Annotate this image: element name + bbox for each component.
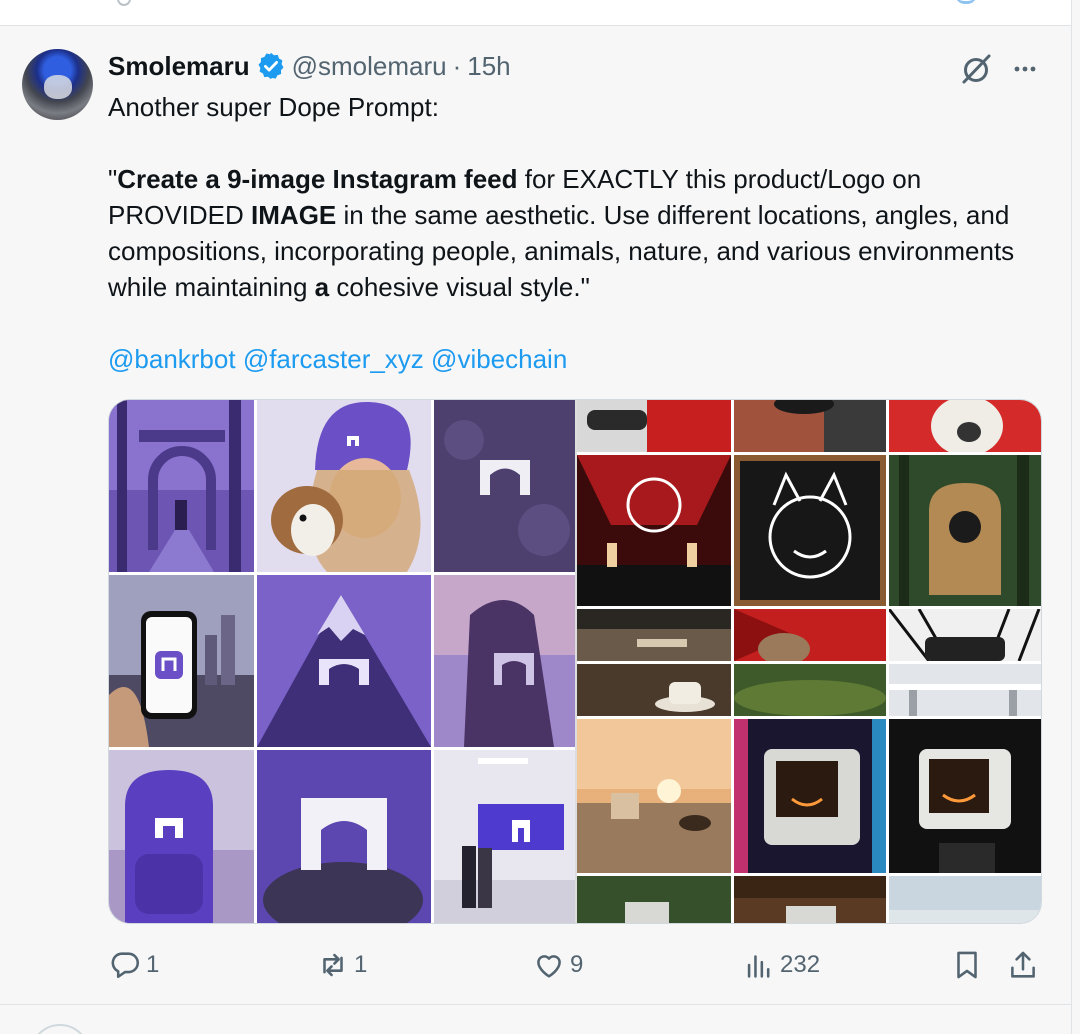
- reply-count: 1: [146, 951, 160, 978]
- like-count: 9: [570, 951, 584, 978]
- next-post-avatar[interactable]: [30, 1024, 90, 1034]
- prompt-bold-1: Create a 9-image Instagram feed: [117, 164, 518, 194]
- image-woman-with-dog: [257, 400, 431, 572]
- image-comic-burst-strip: [889, 609, 1041, 661]
- post-text-line-1: Another super Dope Prompt:: [108, 92, 439, 122]
- mention-farcaster[interactable]: @farcaster_xyz: [243, 344, 424, 374]
- prompt-paragraph: "Create a 9-image Instagram feed for EXA…: [108, 161, 1048, 305]
- post-time[interactable]: 15h: [467, 51, 510, 82]
- media-image-left-grid[interactable]: [109, 400, 575, 923]
- mentions-line: @bankrbot @farcaster_xyz @vibechain: [108, 341, 1048, 377]
- image-robot-library-strip: [734, 876, 886, 923]
- image-desk-office: [889, 664, 1041, 716]
- post-divider: [0, 1004, 1072, 1005]
- post-text: Another super Dope Prompt: "Create a 9-i…: [108, 89, 1048, 377]
- image-arch-monument-field: [434, 400, 575, 572]
- image-beach-robot-dog: [577, 719, 731, 873]
- prompt-quote-open: ": [108, 164, 118, 194]
- views-icon: [747, 955, 770, 978]
- image-neon-robot: [734, 719, 886, 873]
- repost-icon: [323, 953, 343, 977]
- like-icon: [537, 955, 561, 978]
- image-gallery-screen: [434, 750, 575, 923]
- view-count: 232: [780, 951, 821, 978]
- author-name[interactable]: Smolemaru: [108, 51, 250, 82]
- views-button[interactable]: 232: [742, 946, 820, 984]
- more-icon[interactable]: [1009, 53, 1041, 85]
- grok-icon-fragment: [955, 0, 977, 4]
- separator-dot: ·: [452, 50, 462, 81]
- image-forest-backpack: [889, 455, 1041, 606]
- author-handle[interactable]: @smolemaru: [292, 51, 447, 82]
- post-actions: 1 1 9 232: [108, 946, 1044, 984]
- repost-count: 1: [354, 951, 368, 978]
- image-purple-backpack: [109, 750, 254, 923]
- prompt-text-3: cohesive visual style.": [329, 272, 590, 302]
- media-image-right-grid[interactable]: [577, 400, 1041, 923]
- mention-vibechain[interactable]: @vibechain: [431, 344, 567, 374]
- avatar[interactable]: [22, 49, 93, 120]
- mention-bankrbot[interactable]: @bankrbot: [108, 344, 236, 374]
- image-phone-city: [109, 575, 254, 747]
- image-forest-archway: [109, 400, 254, 572]
- image-arch-on-rock: [257, 750, 431, 923]
- bookmark-icon: [957, 951, 977, 979]
- image-cafe-strip: [577, 609, 731, 661]
- image-desk-robot: [889, 719, 1041, 873]
- prompt-bold-3: a: [314, 272, 330, 302]
- like-button[interactable]: 9: [532, 946, 583, 984]
- image-robot-forest-strip: [577, 876, 731, 923]
- post-header: Smolemaru @smolemaru · 15h: [108, 50, 511, 82]
- image-cat-comic-strip: [734, 609, 886, 661]
- image-chalkboard-cat: [734, 455, 886, 606]
- grok-icon[interactable]: [958, 51, 994, 87]
- prompt-bold-2: IMAGE: [251, 200, 337, 230]
- reply-button[interactable]: 1: [108, 946, 159, 984]
- share-button[interactable]: [1006, 946, 1044, 984]
- image-skateboard-strip: [577, 400, 731, 452]
- image-mossy-log: [734, 664, 886, 716]
- verified-badge-icon: [258, 52, 284, 80]
- previous-post-edge: [0, 0, 1072, 26]
- reply-icon: [111, 952, 140, 979]
- image-rock-arch: [434, 575, 575, 747]
- column-divider: [1071, 0, 1072, 1034]
- post-media[interactable]: [108, 399, 1042, 924]
- image-concert-stage: [577, 455, 731, 606]
- image-coffee-cup: [577, 664, 731, 716]
- image-purple-mountain: [257, 575, 431, 747]
- repost-button[interactable]: 1: [316, 946, 367, 984]
- image-sky-strip: [889, 876, 1041, 923]
- reply-icon-fragment: [117, 0, 131, 6]
- share-icon: [1011, 951, 1035, 978]
- bookmark-button[interactable]: [950, 946, 988, 984]
- image-dog-shirt-strip: [889, 400, 1041, 452]
- image-brick-wall-strip: [734, 400, 886, 452]
